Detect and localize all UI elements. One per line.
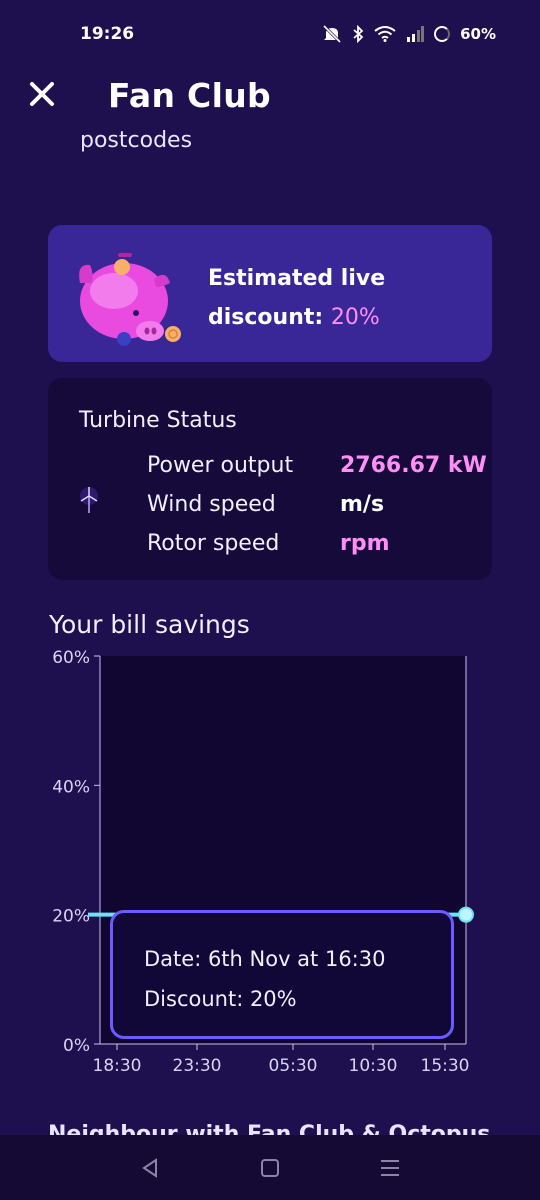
tooltip-discount: Discount: 20% <box>144 987 297 1011</box>
chart-x-tick-label: 23:30 <box>173 1056 222 1076</box>
status-icons: 60% <box>322 25 496 43</box>
back-icon[interactable] <box>136 1154 164 1182</box>
close-icon[interactable] <box>26 78 60 112</box>
home-icon[interactable] <box>256 1154 284 1182</box>
battery-icon <box>434 26 451 42</box>
tooltip-date: Date: 6th Nov at 16:30 <box>144 947 386 971</box>
chart-y-tick-label: 20% <box>52 907 90 927</box>
piggy-bank-icon <box>79 253 181 346</box>
status-time: 19:26 <box>80 24 135 44</box>
discount-label: discount: <box>208 305 324 330</box>
turbine-status-card: Turbine Status Power output 2766.67 kW W… <box>48 378 492 580</box>
turbine-status-title: Turbine Status <box>79 408 237 433</box>
discount-value: 20% <box>330 305 380 330</box>
wind-turbine-icon <box>80 487 98 513</box>
bottom-partial-text: Neighbour with Fan Club & Octopus <box>48 1122 491 1136</box>
chart-x-tick-label: 10:30 <box>349 1056 398 1076</box>
discount-text: Estimated live discount: 20% <box>208 259 385 337</box>
status-bar: 19:26 60% <box>0 0 540 68</box>
chart-highlight-point <box>458 906 474 923</box>
power-output-label: Power output <box>147 453 294 478</box>
savings-chart[interactable]: 60% 40% 20% 0% 18:30 23:30 05:30 10:30 15:30 Dat… <box>0 648 540 1088</box>
chart-x-tick-label: 15:30 <box>421 1056 470 1076</box>
partial-text: postcodes <box>80 128 193 153</box>
chart-y-tick-label: 40% <box>52 777 90 797</box>
power-output-value: 2766.67 kW <box>340 453 487 478</box>
wifi-icon <box>374 26 396 42</box>
battery-percent: 60% <box>460 25 496 43</box>
turbine-row-wind: Wind speed m/s <box>147 485 487 524</box>
rotor-speed-label: Rotor speed <box>147 531 280 556</box>
recents-icon[interactable] <box>376 1154 404 1182</box>
signal-icon <box>407 26 425 42</box>
wind-speed-value: m/s <box>340 492 385 517</box>
chart-x-tick-label: 05:30 <box>269 1056 318 1076</box>
discount-card: Estimated live discount: 20% <box>48 225 492 362</box>
discount-label-line2: discount: 20% <box>208 298 385 337</box>
bluetooth-icon <box>353 25 364 43</box>
chart-y-tick-label: 60% <box>52 648 90 668</box>
page-title: Fan Club <box>108 76 271 115</box>
chart-x-tick-label: 18:30 <box>93 1056 142 1076</box>
header: Fan Club <box>0 68 540 126</box>
turbine-row-rotor: Rotor speed rpm <box>147 524 487 563</box>
turbine-rows: Power output 2766.67 kW Wind speed m/s R… <box>147 446 487 563</box>
bill-savings-title: Your bill savings <box>49 610 250 639</box>
rotor-speed-value: rpm <box>340 531 390 556</box>
chart-tooltip: Date: 6th Nov at 16:30 Discount: 20% <box>110 910 454 1039</box>
mute-icon <box>323 25 342 43</box>
turbine-row-power: Power output 2766.67 kW <box>147 446 487 485</box>
wind-speed-label: Wind speed <box>147 492 276 517</box>
discount-label-line1: Estimated live <box>208 266 386 291</box>
navigation-bar <box>0 1135 540 1200</box>
chart-y-tick-label: 0% <box>63 1036 90 1056</box>
